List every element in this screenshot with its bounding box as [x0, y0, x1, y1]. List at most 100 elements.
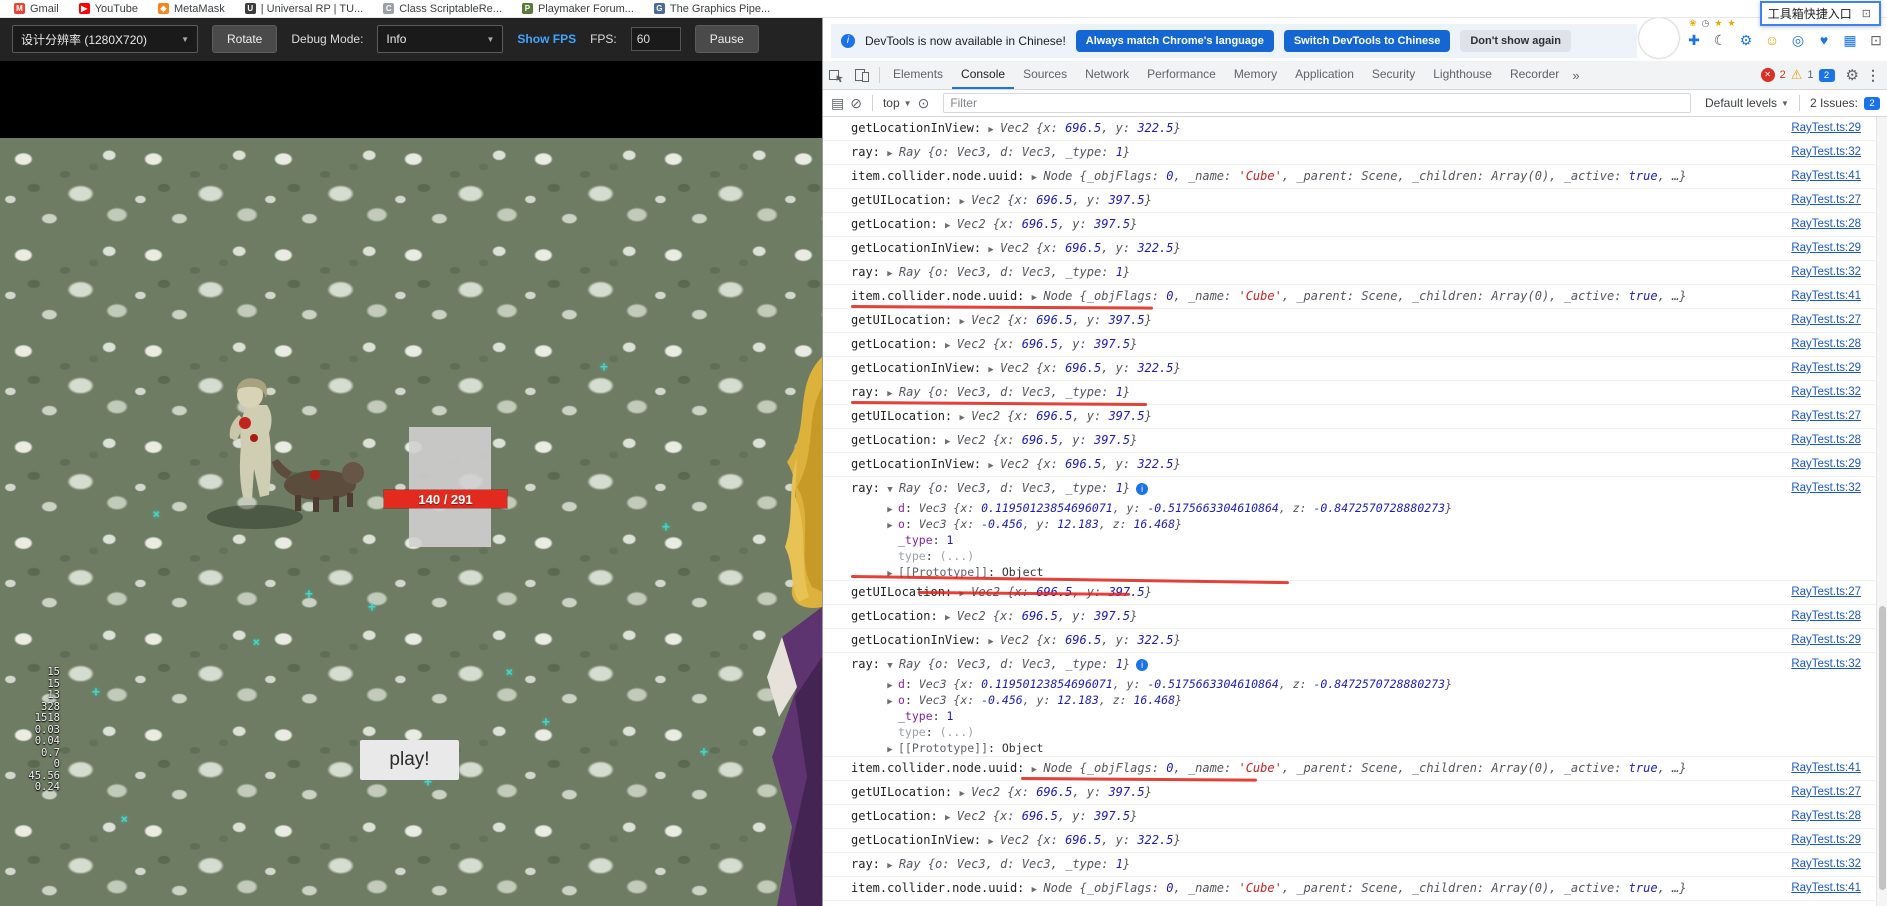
context-selector[interactable]: top ▼	[883, 96, 912, 110]
console-log-row[interactable]: getLocation: ▶ Vec2 {x: 696.5, y: 397.5} Ra…	[823, 605, 1877, 628]
console-log-row[interactable]: getLocationInView: ▶ Vec2 {x: 696.5, y: 32…	[823, 629, 1877, 652]
console-log-row[interactable]: ray: ▶ Ray {o: Vec3, d: Vec3, _type: 1} Ray…	[823, 141, 1877, 164]
settings-gear-icon[interactable]: ⚙	[1846, 66, 1859, 84]
bookmark-item[interactable]: P Playmaker Forum...	[521, 3, 634, 15]
expand-triangle-icon[interactable]: ▶	[943, 607, 953, 628]
expand-triangle-icon[interactable]: ▶	[986, 119, 996, 140]
dont-show-again-button[interactable]: Don't show again	[1460, 30, 1571, 52]
source-link[interactable]: RayTest.ts:29	[1791, 237, 1861, 260]
console-log-row[interactable]: getLocationInView: ▶ Vec2 {x: 696.5, y: 32…	[823, 117, 1877, 140]
expand-triangle-icon[interactable]: ▶	[986, 831, 996, 852]
expand-triangle-icon[interactable]: ▶	[957, 311, 967, 332]
source-link[interactable]: RayTest.ts:27	[1791, 189, 1861, 212]
source-link[interactable]: RayTest.ts:29	[1791, 453, 1861, 476]
expand-triangle-icon[interactable]: ▶	[885, 855, 895, 876]
expand-triangle-icon[interactable]: ▶	[885, 742, 895, 756]
expand-triangle-icon[interactable]: ▶	[957, 783, 967, 804]
switch-devtools-chinese-button[interactable]: Switch DevTools to Chinese	[1283, 30, 1451, 52]
expand-triangle-icon[interactable]: ▶	[986, 239, 996, 260]
console-log-row[interactable]: getUILocation: ▶ Vec2 {x: 696.5, y: 397.5}…	[823, 189, 1877, 212]
more-tabs-chevron[interactable]: »	[1572, 68, 1579, 83]
console-log-row[interactable]: getLocation: ▶ Vec2 {x: 696.5, y: 397.5} Ra…	[823, 805, 1877, 828]
console-child-row[interactable]: _type: 1	[823, 532, 1877, 548]
console-child-row[interactable]: _type: 1	[823, 708, 1877, 724]
expand-triangle-icon[interactable]: ▶	[885, 518, 895, 532]
expand-triangle-icon[interactable]: ▶	[957, 191, 967, 212]
issues-icon[interactable]: 2	[1818, 68, 1835, 82]
source-link[interactable]: RayTest.ts:28	[1791, 213, 1861, 236]
console-log-row[interactable]: ray: ▶ Ray {o: Vec3, d: Vec3, _type: 1} Ray…	[823, 853, 1877, 876]
console-child-row[interactable]: ▶ d: Vec3 {x: 0.11950123854696071, y: -0.…	[823, 500, 1877, 516]
source-link[interactable]: RayTest.ts:32	[1791, 381, 1861, 404]
play-button[interactable]: play!	[360, 740, 459, 780]
target-icon[interactable]: ◎	[1789, 30, 1807, 50]
console-child-row[interactable]: type: (...)	[823, 724, 1877, 740]
bookmark-item[interactable]: U | Universal RP | TU...	[244, 3, 363, 15]
expand-triangle-icon[interactable]: ▶	[943, 807, 953, 828]
console-log-row[interactable]: ray: ▶ Ray {o: Vec3, d: Vec3, _type: 1} Ray…	[823, 261, 1877, 284]
source-link[interactable]: RayTest.ts:28	[1791, 333, 1861, 356]
log-level-selector[interactable]: Default levels ▼	[1705, 96, 1789, 110]
tab-security[interactable]: Security	[1363, 61, 1424, 89]
console-log-row[interactable]: getLocationInView: ▶ Vec2 {x: 696.5, y: 32…	[823, 357, 1877, 380]
source-link[interactable]: RayTest.ts:27	[1791, 581, 1861, 604]
console-child-row[interactable]: type: (...)	[823, 548, 1877, 564]
source-link[interactable]: RayTest.ts:27	[1791, 901, 1861, 906]
move-tool-icon[interactable]: ✚	[1685, 30, 1703, 50]
expand-triangle-icon[interactable]: ▶	[885, 694, 895, 708]
source-link[interactable]: RayTest.ts:27	[1791, 309, 1861, 332]
source-link[interactable]: RayTest.ts:32	[1791, 261, 1861, 284]
tab-network[interactable]: Network	[1076, 61, 1138, 89]
source-link[interactable]: RayTest.ts:41	[1791, 757, 1861, 780]
expand-triangle-icon[interactable]: ▶	[986, 631, 996, 652]
expand-triangle-icon[interactable]: ▶	[1029, 879, 1039, 900]
console-log-row[interactable]: getLocationInView: ▶ Vec2 {x: 696.5, y: 32…	[823, 453, 1877, 476]
expand-triangle-icon[interactable]: ▶	[943, 215, 953, 236]
console-log-row[interactable]: getUILocation: ▶ Vec2 {x: 696.5, y: 397.5}…	[823, 309, 1877, 332]
expand-triangle-icon[interactable]: ▼	[885, 479, 895, 500]
console-child-row[interactable]: ▶ o: Vec3 {x: -0.456, y: 12.183, z: 16.46…	[823, 516, 1877, 532]
bookmark-item[interactable]: C Class ScriptableRe...	[383, 3, 502, 15]
console-log-row[interactable]: ray: ▼ Ray {o: Vec3, d: Vec3, _type: 1} i Ra…	[823, 477, 1877, 500]
tab-performance[interactable]: Performance	[1138, 61, 1225, 89]
expand-triangle-icon[interactable]: ▼	[885, 655, 895, 676]
more-options-icon[interactable]: ⋮	[1866, 67, 1880, 84]
console-filter-input[interactable]	[943, 93, 1691, 113]
console-child-row[interactable]: ▶ o: Vec3 {x: -0.456, y: 12.183, z: 16.46…	[823, 692, 1877, 708]
grid-icon[interactable]: ▦	[1841, 30, 1859, 50]
rotate-button[interactable]: Rotate	[212, 25, 278, 53]
expand-triangle-icon[interactable]: ▶	[986, 455, 996, 476]
tab-memory[interactable]: Memory	[1225, 61, 1286, 89]
expand-triangle-icon[interactable]: ▶	[885, 678, 895, 692]
info-icon[interactable]: i	[1136, 483, 1149, 495]
pause-button[interactable]: Pause	[694, 25, 759, 53]
clear-console-icon[interactable]: ⊘	[850, 95, 862, 112]
source-link[interactable]: RayTest.ts:41	[1791, 877, 1861, 900]
expand-triangle-icon[interactable]: ▶	[943, 335, 953, 356]
toolbox-shortcut-tooltip[interactable]: 工具箱快捷入口 ⊡	[1759, 1, 1881, 26]
console-log-row[interactable]: getLocationInView: ▶ Vec2 {x: 696.5, y: 32…	[823, 829, 1877, 852]
source-link[interactable]: RayTest.ts:28	[1791, 805, 1861, 828]
tab-lighthouse[interactable]: Lighthouse	[1424, 61, 1501, 89]
console-log-row[interactable]: item.collider.node.uuid: ▶ Node {_objFlags…	[823, 877, 1877, 900]
inspect-element-icon[interactable]	[823, 67, 849, 83]
scrollbar[interactable]	[1876, 117, 1887, 906]
console-log-row[interactable]: item.collider.node.uuid: ▶ Node {_objFlags…	[823, 165, 1877, 188]
warning-icon[interactable]: ⚠	[1791, 67, 1803, 83]
bookmark-item[interactable]: ◆ MetaMask	[157, 3, 225, 15]
console-sidebar-icon[interactable]: ▤	[831, 95, 844, 112]
source-link[interactable]: RayTest.ts:32	[1791, 477, 1861, 500]
expand-triangle-icon[interactable]: ▶	[957, 407, 967, 428]
tab-recorder[interactable]: Recorder	[1501, 61, 1568, 89]
tab-elements[interactable]: Elements	[884, 61, 952, 89]
source-link[interactable]: RayTest.ts:27	[1791, 781, 1861, 804]
live-expression-eye-icon[interactable]: ⊙	[918, 95, 930, 112]
expand-triangle-icon[interactable]: ▶	[885, 502, 895, 516]
source-link[interactable]: RayTest.ts:28	[1791, 429, 1861, 452]
console-log-row[interactable]: getLocation: ▶ Vec2 {x: 696.5, y: 397.5} Ra…	[823, 333, 1877, 356]
device-toolbar-icon[interactable]	[849, 67, 875, 83]
expand-triangle-icon[interactable]: ▶	[1029, 167, 1039, 188]
lock-icon[interactable]: ⊡	[1867, 30, 1885, 50]
fps-input[interactable]: 60	[630, 27, 681, 51]
expand-triangle-icon[interactable]: ▶	[1029, 287, 1039, 308]
